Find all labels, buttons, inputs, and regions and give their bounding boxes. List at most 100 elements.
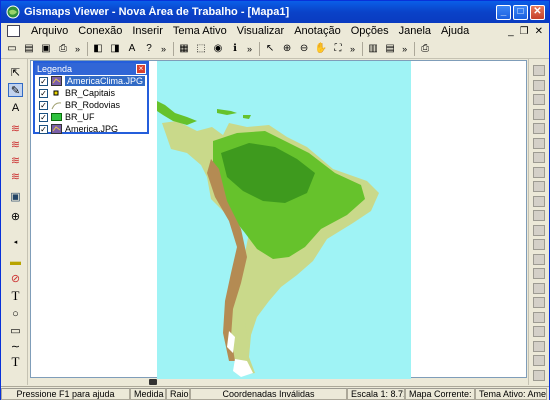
scroll-left-icon[interactable]: ◂ <box>8 235 23 249</box>
side-panel-button[interactable] <box>533 253 545 265</box>
side-panel-button[interactable] <box>533 123 545 134</box>
toolbar-overflow-icon[interactable]: » <box>75 44 80 54</box>
legend-layer-row[interactable]: ✓ BR_UF <box>35 111 147 123</box>
legend-panel: Legenda × ✓ AmericaClima.JPG ✓ BR_Capitais ✓… <box>33 61 149 134</box>
text-tool-icon[interactable]: A <box>125 42 139 56</box>
side-panel-button[interactable] <box>533 137 545 149</box>
toolbar-overflow-icon[interactable]: » <box>402 44 407 54</box>
label-tool-icon[interactable]: A <box>8 101 23 115</box>
pointer-icon[interactable]: ↖ <box>263 42 277 56</box>
save-icon[interactable]: ▣ <box>39 42 53 56</box>
edit-tool-icon[interactable]: ✎ <box>8 83 23 97</box>
open-folder-icon[interactable]: ▤ <box>22 42 36 56</box>
map-window[interactable]: Legenda × ✓ AmericaClima.JPG ✓ BR_Capitais ✓… <box>30 60 527 379</box>
table-view-icon[interactable]: ▤ <box>383 42 397 56</box>
add-raster-icon[interactable]: ◨ <box>108 42 122 56</box>
legend-close-button[interactable]: × <box>136 64 146 74</box>
side-panel-button[interactable] <box>533 268 545 279</box>
toolbar-overflow-icon[interactable]: » <box>247 44 252 54</box>
circle-draw-icon[interactable]: ○ <box>8 307 23 321</box>
layer-visibility-checkbox[interactable]: ✓ <box>39 100 48 110</box>
legend-layer-row[interactable]: ✓ BR_Capitais <box>35 87 147 99</box>
side-panel-button[interactable] <box>533 282 545 294</box>
side-panel-button[interactable] <box>533 108 545 120</box>
side-panel-button[interactable] <box>533 65 545 76</box>
layer-visibility-checkbox[interactable]: ✓ <box>39 124 48 134</box>
side-panel-button[interactable] <box>533 210 545 221</box>
measure-tool-icon[interactable]: ▬ <box>8 255 23 269</box>
side-panel-button[interactable] <box>533 369 545 381</box>
side-panel-button[interactable] <box>533 94 545 105</box>
select-features-icon[interactable]: ⬚ <box>194 42 208 56</box>
text-draw-2-icon[interactable]: T <box>8 354 23 369</box>
layout-icon[interactable]: ▥ <box>366 42 380 56</box>
side-panel-button[interactable] <box>533 355 545 366</box>
menu-janela[interactable]: Janela <box>394 25 436 37</box>
zoom-out-icon[interactable]: ⊖ <box>297 42 311 56</box>
title-bar[interactable]: Gismaps Viewer - Nova Área de Trabalho -… <box>1 1 549 23</box>
map-canvas[interactable] <box>157 61 411 379</box>
scroll-handle-icon[interactable] <box>149 379 157 385</box>
legend-layer-row[interactable]: ✓ BR_Rodovias <box>35 99 147 111</box>
menu-opcoes[interactable]: Opções <box>346 25 394 37</box>
legend-layer-row[interactable]: ✓ AmericaClima.JPG <box>35 75 147 87</box>
menu-visualizar[interactable]: Visualizar <box>232 25 290 37</box>
table-icon[interactable]: ▦ <box>177 42 191 56</box>
print-icon[interactable]: ⎙ <box>56 42 70 56</box>
compass-tool-icon[interactable]: ⊘ <box>8 271 23 285</box>
menu-arquivo[interactable]: Arquivo <box>26 25 73 37</box>
zoom-in-icon[interactable]: ⊕ <box>280 42 294 56</box>
legend-layer-name: BR_Rodovias <box>65 100 121 110</box>
side-panel-button[interactable] <box>533 181 545 192</box>
toolbar-separator <box>173 41 175 56</box>
menu-conexao[interactable]: Conexão <box>73 25 127 37</box>
side-panel-button[interactable] <box>533 340 545 352</box>
legend-layer-row[interactable]: ✓ America.JPG <box>35 123 147 135</box>
info-icon[interactable]: ℹ <box>228 42 242 56</box>
layer-visibility-checkbox[interactable]: ✓ <box>39 88 48 98</box>
line-draw-icon[interactable]: ∼ <box>8 339 23 353</box>
mdi-restore-icon[interactable]: ❐ <box>520 26 529 37</box>
chart-tool-2-icon[interactable]: ≋ <box>8 137 23 151</box>
printer-icon[interactable]: ⎙ <box>418 42 432 56</box>
rectangle-draw-icon[interactable]: ▭ <box>8 323 23 337</box>
menu-inserir[interactable]: Inserir <box>127 25 168 37</box>
add-layer-icon[interactable]: ◧ <box>91 42 105 56</box>
legend-header[interactable]: Legenda × <box>35 63 147 75</box>
mdi-close-icon[interactable]: ✕ <box>535 26 543 37</box>
layer-visibility-checkbox[interactable]: ✓ <box>39 112 48 122</box>
layer-tool-icon[interactable]: ▣ <box>8 189 23 203</box>
side-panel-button[interactable] <box>533 326 545 337</box>
side-panel-button[interactable] <box>533 195 545 207</box>
menu-tema-ativo[interactable]: Tema Ativo <box>168 25 232 37</box>
layer-visibility-checkbox[interactable]: ✓ <box>39 76 48 86</box>
minimize-button[interactable]: _ <box>496 4 511 20</box>
side-panel-button[interactable] <box>533 224 545 236</box>
zoom-layer-icon[interactable]: ⊕ <box>8 209 23 223</box>
side-panel-button[interactable] <box>533 239 545 250</box>
new-doc-icon[interactable]: ▭ <box>5 42 19 56</box>
chart-tool-3-icon[interactable]: ≋ <box>8 153 23 167</box>
identify-icon[interactable]: ◉ <box>211 42 225 56</box>
side-panel-button[interactable] <box>533 166 545 178</box>
select-tool-icon[interactable]: ⇱ <box>8 65 23 79</box>
toolbar-overflow-icon[interactable]: » <box>161 44 166 54</box>
query-icon[interactable]: ? <box>142 42 156 56</box>
menu-ajuda[interactable]: Ajuda <box>436 25 474 37</box>
side-panel-button[interactable] <box>533 297 545 308</box>
close-button[interactable]: ✕ <box>530 4 545 20</box>
chart-tool-icon[interactable]: ≋ <box>8 121 23 135</box>
side-panel-button[interactable] <box>533 152 545 163</box>
mdi-minimize-icon[interactable]: _ <box>508 26 514 37</box>
maximize-button[interactable]: □ <box>513 4 528 20</box>
menu-anotacao[interactable]: Anotação <box>289 25 345 37</box>
pan-icon[interactable]: ✋ <box>314 42 328 56</box>
text-draw-icon[interactable]: T <box>8 288 23 303</box>
chart-tool-4-icon[interactable]: ≋ <box>8 169 23 183</box>
side-panel-button[interactable] <box>533 311 545 323</box>
side-panel-button[interactable] <box>533 79 545 91</box>
mdi-document-icon[interactable] <box>7 25 20 37</box>
status-radius: Raio <box>166 387 190 400</box>
toolbar-overflow-icon[interactable]: » <box>350 44 355 54</box>
full-extent-icon[interactable]: ⛶ <box>331 42 345 56</box>
